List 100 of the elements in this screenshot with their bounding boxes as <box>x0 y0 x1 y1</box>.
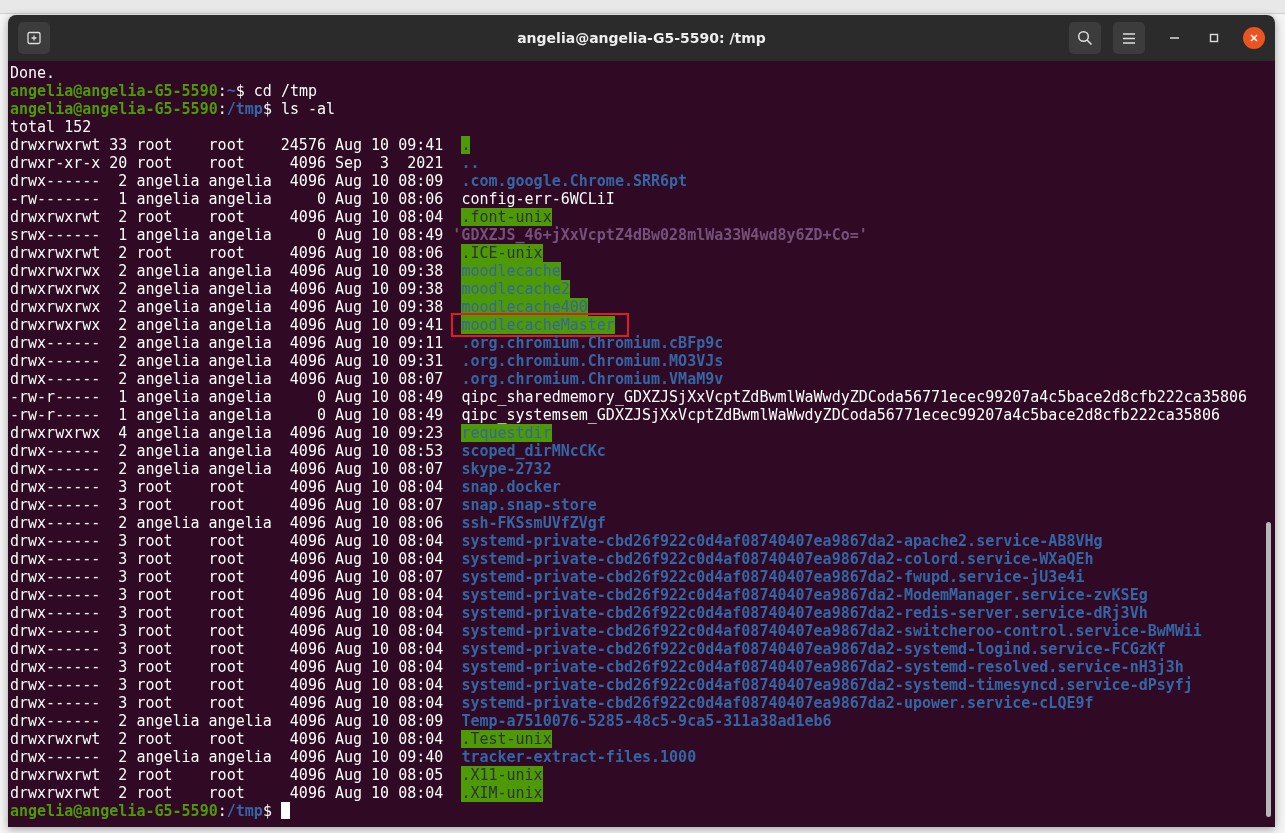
file-name: systemd-private-cbd26f922c0d4af08740407ea9867da2-systemd-logind.service-FCGzKf <box>461 640 1166 658</box>
link-count: 2 <box>117 334 128 352</box>
modified-date: Aug 10 08:07 <box>334 460 444 478</box>
link-count: 3 <box>117 622 128 640</box>
file-size: 4096 <box>288 496 326 514</box>
modified-date: Aug 10 08:06 <box>334 244 444 262</box>
permissions-text: drwxrwxrwx <box>10 316 101 334</box>
file-name: moodlecacheMaster <box>461 316 615 334</box>
link-count: 3 <box>117 532 128 550</box>
minimize-icon <box>1169 37 1179 39</box>
file-size: 4096 <box>288 514 326 532</box>
file-name: requestdir <box>461 424 552 442</box>
file-name: qipc_sharedmemory_GDXZJSjXxVcptZdBwmlWaWwdyZDCoda56771ecec99207a4c5bace2d8cfb222ca35806 <box>461 388 1248 406</box>
permissions-text: drwxr-xr-x <box>10 154 101 172</box>
group-name: root <box>208 622 246 640</box>
file-name: .org.chromium.Chromium.cBFp9c <box>461 334 724 352</box>
output-text: total 152 <box>10 118 92 136</box>
file-name: ssh-FKSsmUVfZVgf <box>461 514 606 532</box>
permissions-text: -rw-r----- <box>10 388 101 406</box>
file-name: qipc_systemsem_GDXZJSjXxVcptZdBwmlWaWwdyZDCoda56771ecec99207a4c5bace2d8cfb222ca35806 <box>461 406 1220 424</box>
permissions-text: drwx------ <box>10 568 101 586</box>
link-count: 3 <box>117 658 128 676</box>
owner-name: root <box>136 640 174 658</box>
modified-date: Aug 10 08:09 <box>334 172 444 190</box>
link-count: 3 <box>117 496 128 514</box>
modified-date: Aug 10 08:07 <box>334 568 444 586</box>
group-name: root <box>208 694 246 712</box>
file-name: systemd-private-cbd26f922c0d4af08740407ea9867da2-upower.service-cLQE9f <box>461 694 1094 712</box>
permissions-text: -rw------- <box>10 190 101 208</box>
group-name: angelia <box>208 748 272 766</box>
group-name: angelia <box>208 406 272 424</box>
group-name: root <box>208 730 246 748</box>
permissions-text: drwx------ <box>10 478 101 496</box>
modified-date: Aug 10 08:04 <box>334 604 444 622</box>
link-count: 2 <box>117 298 128 316</box>
modified-date: Aug 10 08:04 <box>334 640 444 658</box>
permissions-text: drwx------ <box>10 352 101 370</box>
owner-name: root <box>136 766 174 784</box>
file-size: 4096 <box>288 298 326 316</box>
modified-date: Aug 10 08:09 <box>334 712 444 730</box>
modified-date: Aug 10 08:04 <box>334 478 444 496</box>
owner-name: angelia <box>136 370 200 388</box>
output-text: Done. <box>10 64 56 82</box>
permissions-text: drwxrwxrwt <box>10 136 101 154</box>
file-size: 0 <box>315 190 326 208</box>
owner-name: angelia <box>136 352 200 370</box>
link-count: 2 <box>117 370 128 388</box>
close-button[interactable] <box>1243 27 1265 49</box>
permissions-text: drwxrwxrwt <box>10 208 101 226</box>
owner-name: root <box>136 550 174 568</box>
group-name: angelia <box>208 514 272 532</box>
modified-date: Aug 10 08:04 <box>334 658 444 676</box>
group-name: angelia <box>208 460 272 478</box>
link-count: 2 <box>117 712 128 730</box>
menu-button[interactable] <box>1113 22 1145 54</box>
prompt-user-host: angelia@angelia-G5-5590 <box>10 100 218 118</box>
owner-name: root <box>136 208 174 226</box>
file-size: 4096 <box>288 694 326 712</box>
permissions-text: drwxrwxrwx <box>10 298 101 316</box>
new-tab-button[interactable] <box>18 22 50 54</box>
group-name: angelia <box>208 442 272 460</box>
owner-name: angelia <box>136 748 200 766</box>
modified-date: Aug 10 08:04 <box>334 550 444 568</box>
permissions-text: drwxrwxrwt <box>10 784 101 802</box>
modified-date: Aug 10 09:11 <box>334 334 444 352</box>
modified-date: Aug 10 09:41 <box>334 136 444 154</box>
link-count: 2 <box>117 316 128 334</box>
file-name: .org.chromium.Chromium.MO3VJs <box>461 352 724 370</box>
file-size: 4096 <box>288 586 326 604</box>
owner-name: root <box>136 604 174 622</box>
group-name: angelia <box>208 388 272 406</box>
modified-date: Aug 10 08:04 <box>334 676 444 694</box>
owner-name: root <box>136 622 174 640</box>
modified-date: Aug 10 08:04 <box>334 622 444 640</box>
file-name: scoped_dirMNcCKc <box>461 442 606 460</box>
permissions-text: drwx------ <box>10 676 101 694</box>
owner-name: angelia <box>136 460 200 478</box>
group-name: root <box>208 532 246 550</box>
permissions-text: drwxrwxrwx <box>10 424 101 442</box>
link-count: 3 <box>117 550 128 568</box>
file-name: .X11-unix <box>461 766 543 784</box>
modified-date: Aug 10 08:04 <box>334 586 444 604</box>
modified-date: Aug 10 09:38 <box>334 262 444 280</box>
permissions-text: drwxrwxrwt <box>10 766 101 784</box>
command-text: ls -al <box>280 100 336 118</box>
modified-date: Aug 10 09:38 <box>334 280 444 298</box>
file-name: .com.google.Chrome.SRR6pt <box>461 172 688 190</box>
command-text: cd /tmp <box>253 82 318 100</box>
permissions-text: drwx------ <box>10 640 101 658</box>
scrollbar-thumb[interactable] <box>1266 522 1271 817</box>
file-size: 4096 <box>288 550 326 568</box>
link-count: 33 <box>109 136 128 154</box>
search-button[interactable] <box>1069 22 1101 54</box>
permissions-text: drwx------ <box>10 172 101 190</box>
prompt-symbol: $ <box>262 802 272 820</box>
modified-date: Aug 10 08:04 <box>334 730 444 748</box>
file-size: 4096 <box>288 442 326 460</box>
prompt-symbol: $ <box>235 82 245 100</box>
owner-name: root <box>136 496 174 514</box>
file-name: systemd-private-cbd26f922c0d4af08740407ea9867da2-redis-server.service-dRj3Vh <box>461 604 1148 622</box>
